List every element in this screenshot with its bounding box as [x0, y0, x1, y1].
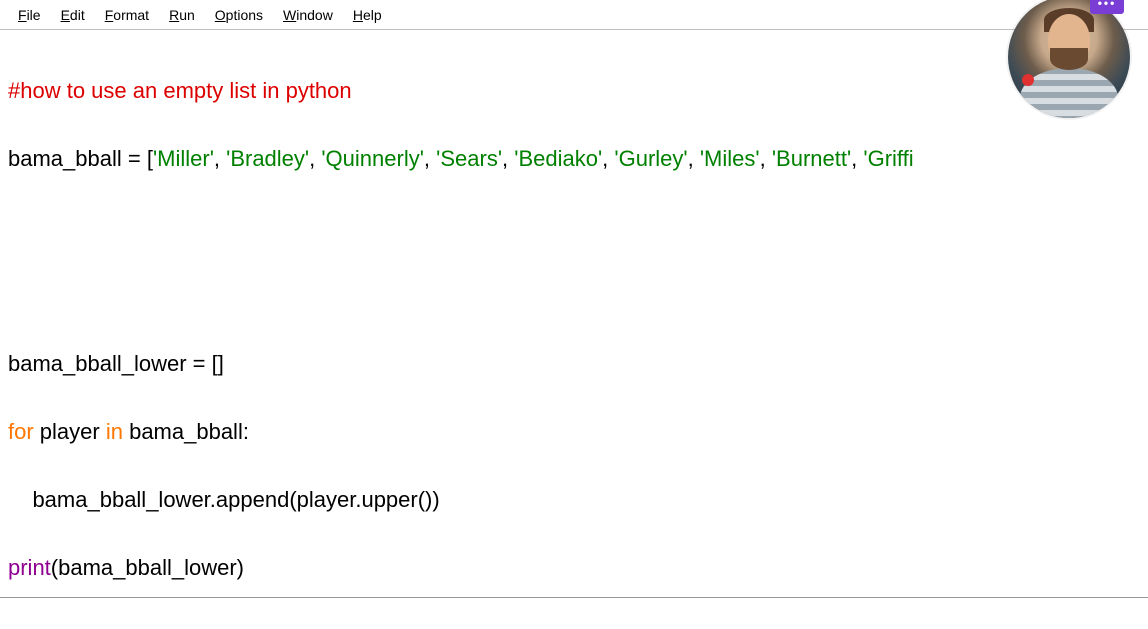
bottom-divider [0, 597, 1148, 598]
code-line-4: for player in bama_bball: [8, 415, 1140, 449]
comment-text: #how to use an empty list in python [8, 78, 352, 103]
code-line-5: bama_bball_lower.append(player.upper()) [8, 483, 1140, 517]
overlay-menu-button[interactable]: ••• [1090, 0, 1124, 14]
webcam-overlay[interactable] [1008, 0, 1130, 118]
menu-run[interactable]: Run [159, 5, 205, 25]
code-line-1: #how to use an empty list in python [8, 74, 1140, 108]
red-dot [1022, 74, 1034, 86]
menu-options[interactable]: Options [205, 5, 273, 25]
code-editor[interactable]: #how to use an empty list in python bama… [0, 30, 1148, 629]
menu-edit[interactable]: Edit [51, 5, 95, 25]
menu-bar: File Edit Format Run Options Window Help [0, 0, 1148, 30]
blank-line [8, 279, 1140, 313]
person-shirt [1020, 68, 1118, 118]
menu-format[interactable]: Format [95, 5, 159, 25]
blank-line [8, 210, 1140, 244]
menu-help[interactable]: Help [343, 5, 392, 25]
menu-file[interactable]: File [8, 5, 51, 25]
code-line-3: bama_bball_lower = [] [8, 347, 1140, 381]
person-beard [1050, 48, 1088, 70]
code-line-6: print(bama_bball_lower) [8, 551, 1140, 585]
code-line-2: bama_bball = ['Miller', 'Bradley', 'Quin… [8, 142, 1140, 176]
menu-window[interactable]: Window [273, 5, 343, 25]
